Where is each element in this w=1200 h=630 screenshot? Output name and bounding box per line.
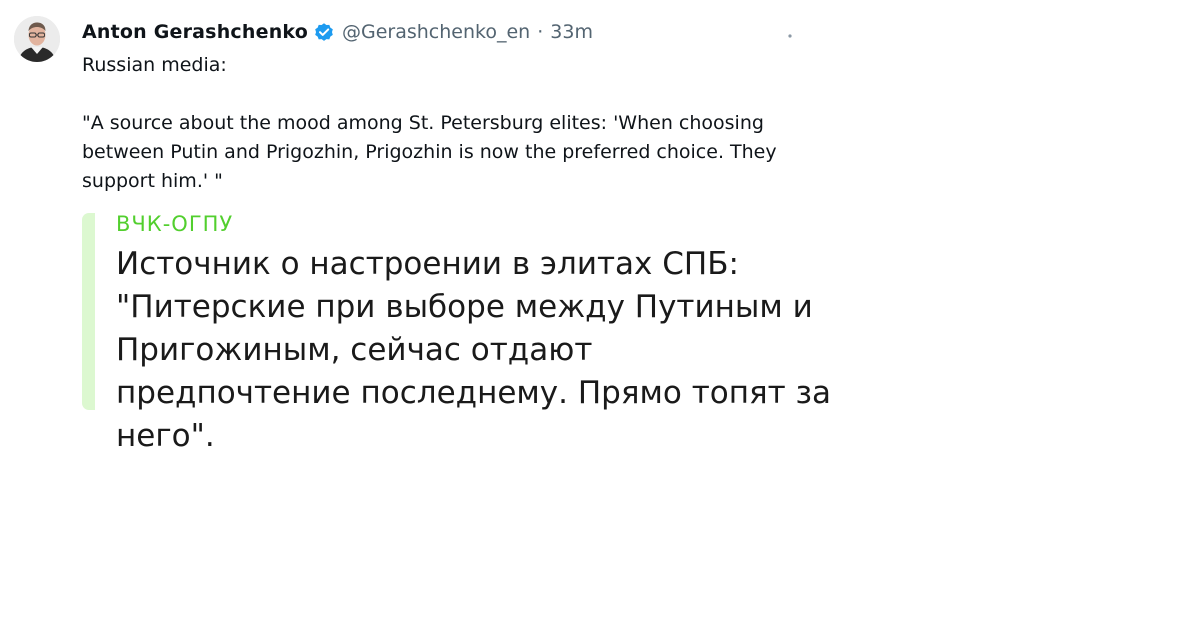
separator-dot: · <box>537 21 544 43</box>
more-options-icon[interactable] <box>784 27 796 39</box>
tweet-quote-translation: "A source about the mood among St. Peter… <box>82 112 777 192</box>
tweet-text: Russian media: "A source about the mood … <box>82 51 802 196</box>
author-handle[interactable]: @Gerashchenko_en <box>342 21 530 43</box>
avatar[interactable] <box>14 16 60 62</box>
tweet-header: Anton Gerashchenko @Gerashchenko_en · 33… <box>82 19 593 45</box>
verified-badge-icon[interactable] <box>313 21 335 43</box>
quoted-channel-name: ВЧК-ОГПУ <box>116 212 234 236</box>
tweet-card: Anton Gerashchenko @Gerashchenko_en · 33… <box>0 0 1200 630</box>
quote-accent-bar <box>82 213 95 410</box>
tweet-timestamp[interactable]: 33m <box>550 21 593 43</box>
author-display-name[interactable]: Anton Gerashchenko <box>82 21 308 43</box>
avatar-portrait <box>14 16 60 62</box>
tweet-intro: Russian media: <box>82 54 227 76</box>
quoted-post-text: Источник о настроении в элитах СПБ: "Пит… <box>116 246 832 454</box>
